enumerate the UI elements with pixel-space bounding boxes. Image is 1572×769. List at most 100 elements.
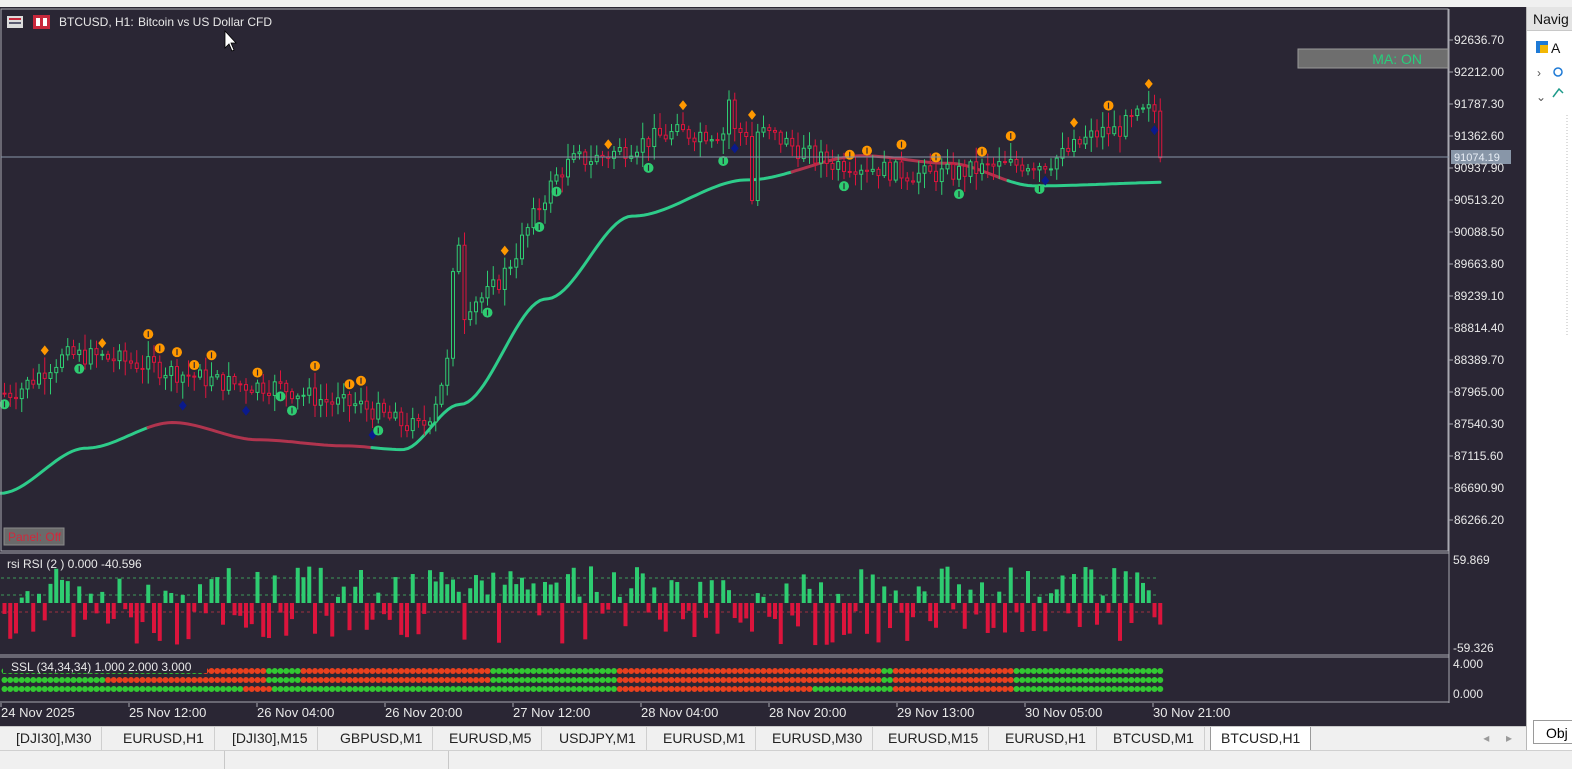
ssl-dot-red [340, 677, 347, 683]
rsi-bar-negative [583, 603, 588, 640]
rsi-bar-negative [951, 603, 956, 610]
rsi-bar-positive [1123, 571, 1128, 603]
ssl-dot-green [887, 677, 893, 683]
chart-type-icon[interactable] [33, 15, 50, 29]
rsi-bar-positive [1083, 567, 1088, 603]
ssl-dot-green [13, 686, 19, 692]
ssl-dot-red [450, 668, 456, 674]
rsi-bar-positive [60, 579, 64, 603]
nav-collapse-icon[interactable]: ⌄ [1536, 90, 1546, 104]
ssl-dot-red [657, 668, 663, 674]
ssl-dot-green [501, 668, 508, 674]
rsi-bar-positive [255, 571, 260, 603]
ssl-dot-red [329, 668, 336, 674]
ssl-dot-red [915, 668, 922, 674]
ssl-dot-green [605, 677, 612, 683]
ssl-dot-red [662, 668, 669, 674]
nav-experts-icon[interactable] [1552, 87, 1564, 98]
ssl-dot-red [806, 668, 813, 674]
ssl-dot-red [237, 668, 244, 674]
ssl-dot-red [864, 668, 870, 674]
rsi-bar-positive [163, 590, 168, 603]
ssl-dot-green [881, 686, 888, 692]
candle-body [387, 411, 392, 419]
navigator-bottom-tab[interactable]: Obj [1533, 720, 1572, 744]
ssl-dot-green [852, 686, 859, 692]
chart-tab[interactable]: USDJPY,M1 [549, 727, 647, 750]
candle-body [1158, 110, 1163, 159]
chart-tab[interactable]: [DJI30],M15 [222, 727, 319, 750]
ssl-dot-red [996, 677, 1003, 683]
candle-body [836, 161, 841, 170]
ssl-dot-green [536, 677, 543, 683]
rsi-bar-positive [198, 584, 202, 603]
chart-tab[interactable]: EURUSD,M15 [878, 727, 990, 750]
rsi-bar-positive [353, 586, 358, 603]
ssl-dot-green [887, 686, 893, 692]
ssl-dot-red [697, 686, 704, 692]
ssl-dot-green [565, 686, 571, 692]
rsi-bar-negative [497, 603, 501, 643]
panel-toggle-button[interactable]: Panel: Off [3, 527, 65, 546]
tab-scroll-arrows[interactable]: ◂ ▸ [1483, 727, 1512, 750]
rsi-bar-negative [106, 603, 110, 624]
ma-toggle-button[interactable]: MA: ON [1297, 48, 1449, 69]
candle-body [146, 356, 151, 370]
rsi-bar-negative [284, 603, 289, 636]
ssl-dot-green [168, 686, 175, 692]
chart-tab[interactable]: BTCUSD,H1 [1210, 727, 1312, 751]
price-axis-label: 91787.30 [1454, 97, 1504, 111]
navigator-title: Navig [1527, 7, 1572, 31]
chart-tab[interactable]: EURUSD,H1 [995, 727, 1097, 750]
chart-tab[interactable]: EURUSD,H1 [113, 727, 215, 750]
candle-body [301, 394, 306, 397]
candle-body [928, 165, 933, 172]
candle-body [560, 174, 565, 178]
candle-body [520, 234, 524, 260]
rsi-bar-negative [773, 603, 777, 619]
ssl-dot-red [651, 686, 658, 692]
ssl-dot-green [76, 677, 83, 683]
ssl-dot-green [1030, 677, 1037, 683]
rsi-bar-positive [807, 588, 812, 603]
rsi-bar-positive [445, 584, 450, 603]
ssl-dot-red [789, 677, 796, 683]
candle-body [784, 137, 789, 145]
ssl-dot-green [611, 677, 617, 683]
ssl-dot-red [852, 677, 859, 683]
ssl-dot-green [846, 686, 853, 692]
ssl-dot-red [369, 677, 376, 683]
nav-indicators-icon[interactable] [1553, 67, 1563, 77]
chart-tab[interactable]: [DJI30],M30 [6, 727, 103, 750]
ssl-dot-red [737, 677, 744, 683]
rsi-bar-negative [738, 603, 743, 623]
ssl-dot-green [1117, 668, 1123, 674]
rsi-bar-positive [295, 567, 300, 603]
ssl-dot-red [875, 677, 882, 683]
ssl-dot-red [317, 668, 324, 674]
nav-expand-icon[interactable]: › [1537, 66, 1541, 80]
rsi-bar-positive [882, 586, 887, 603]
ssl-dot-green [47, 677, 54, 683]
chart-canvas[interactable]: BTCUSD, H1: Bitcoin vs US Dollar CFD MA:… [0, 7, 1526, 726]
ssl-dot-red [754, 677, 761, 683]
ssl-dot-red [904, 668, 911, 674]
chart-tab[interactable]: EURUSD,M5 [439, 727, 543, 750]
rsi-bar-positive [945, 566, 950, 603]
ssl-dot-red [915, 686, 922, 692]
chart-tab[interactable]: EURUSD,M30 [762, 727, 874, 750]
chart-tab[interactable]: GBPUSD,M1 [330, 727, 434, 750]
rsi-bar-positive [456, 591, 461, 603]
ssl-dot-green [1, 686, 8, 692]
ssl-dot-red [720, 668, 727, 674]
chart-tab[interactable]: EURUSD,M1 [653, 727, 757, 750]
ssl-dot-green [294, 668, 301, 674]
signal-diamond-marker [604, 139, 613, 150]
ssl-dot-green [317, 686, 324, 692]
chart-tab[interactable]: BTCUSD,M1 [1103, 727, 1205, 750]
ssl-dot-green [1117, 677, 1123, 683]
ma-toggle-label: MA: ON [1372, 51, 1422, 67]
chart-window[interactable]: BTCUSD, H1: Bitcoin vs US Dollar CFD MA:… [0, 7, 1526, 726]
navigator-panel: Navig A › ⌄ Obj [1526, 7, 1572, 750]
candle-body [813, 145, 818, 164]
